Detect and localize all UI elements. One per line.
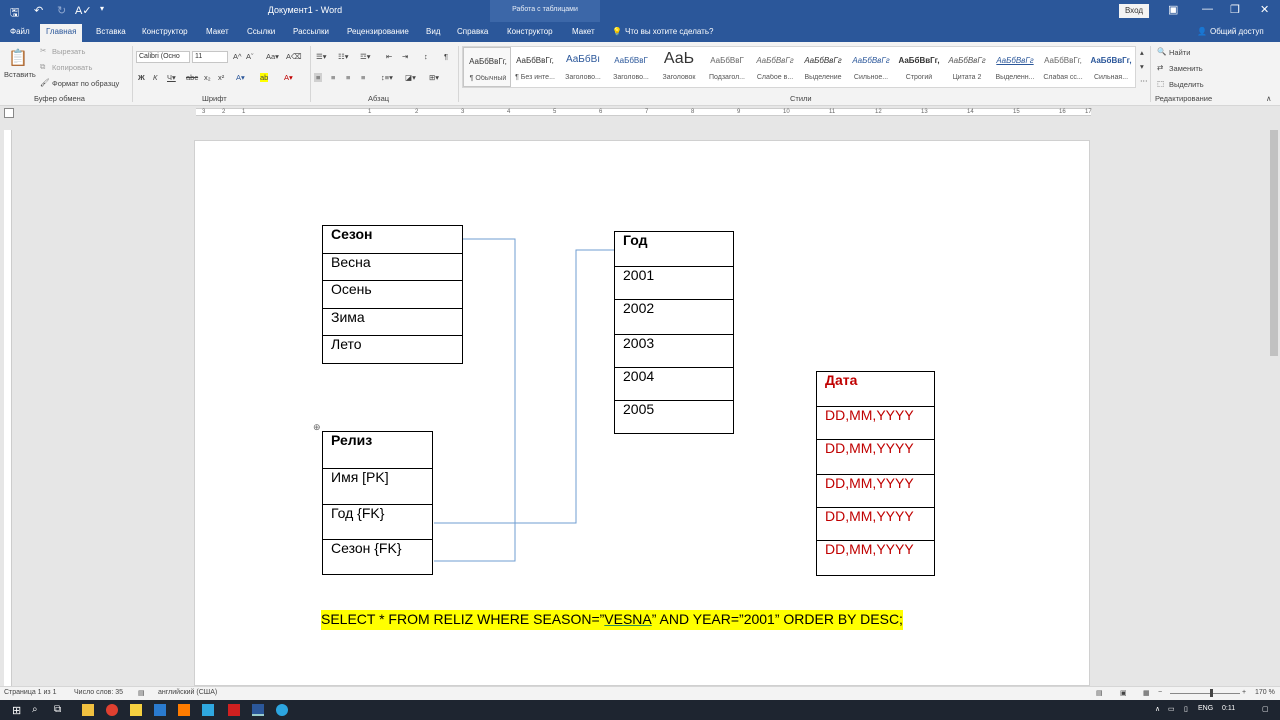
query-part: SELECT * FROM RELIZ WHERE SEASON=” [321,611,605,627]
print-layout-icon[interactable]: ▣ [1120,689,1127,697]
date-cell: DD,MM,YYYY [816,540,935,576]
year-header: Год [614,231,734,267]
task-view-icon[interactable]: ⧉ [54,704,66,716]
tray-chevron-icon[interactable]: ∧ [1155,705,1160,713]
battery-icon[interactable]: ▯ [1184,705,1188,713]
word-count[interactable]: Число слов: 35 [74,689,123,696]
date-cell: DD,MM,YYYY [816,507,935,541]
zoom-slider-thumb[interactable] [1210,689,1213,697]
year-cell: 2005 [614,400,734,434]
web-layout-icon[interactable]: ▦ [1143,689,1150,697]
table-move-handle-icon[interactable]: ⊕ [313,422,321,433]
year-table[interactable]: Год 2001 2002 2003 2004 2005 [614,231,734,434]
release-header: Релиз [322,431,433,469]
query-part-underlined: VESNA [604,611,652,627]
taskbar: ⊞ ⌕ ⧉ ∧ ▭ ▯ ENG 0:11 ▢ [0,700,1280,720]
chrome-icon[interactable] [106,704,118,716]
year-cell: 2004 [614,367,734,401]
proofing-icon[interactable]: ▤ [138,689,145,697]
zoom-out-icon[interactable]: − [1158,689,1162,696]
file-explorer-icon[interactable] [82,704,94,716]
season-cell: Лето [322,335,463,364]
zoom-in-icon[interactable]: + [1242,689,1246,696]
year-cell: 2002 [614,299,734,335]
filezilla-icon[interactable] [228,704,240,716]
year-cell: 2001 [614,266,734,300]
photoshop-icon[interactable] [202,704,214,716]
date-header: Дата [816,371,935,407]
season-cell: Зима [322,308,463,336]
start-icon[interactable]: ⊞ [12,704,24,717]
zoom-level[interactable]: 170 % [1255,689,1275,696]
date-cell: DD,MM,YYYY [816,439,935,475]
sql-query: SELECT * FROM RELIZ WHERE SEASON=”VESNA”… [321,610,903,630]
release-cell: Год {FK} [322,504,433,540]
release-table[interactable]: Релиз Имя [PK] Год {FK} Сезон {FK} [322,431,433,575]
vscode-icon[interactable] [154,704,166,716]
network-icon[interactable]: ▭ [1168,705,1175,713]
read-mode-icon[interactable]: ▤ [1096,689,1103,697]
zoom-slider[interactable] [1170,693,1240,694]
season-cell: Весна [322,253,463,281]
season-cell: Осень [322,280,463,309]
status-bar: Страница 1 из 1 Число слов: 35 ▤ английс… [0,686,1280,700]
date-table[interactable]: Дата DD,MM,YYYY DD,MM,YYYY DD,MM,YYYY DD… [816,371,935,576]
language-status[interactable]: английский (США) [158,689,217,696]
page-count[interactable]: Страница 1 из 1 [4,689,56,696]
date-cell: DD,MM,YYYY [816,474,935,508]
season-header: Сезон [322,225,463,254]
clock[interactable]: 0:11 [1222,705,1235,712]
sticky-notes-icon[interactable] [130,704,142,716]
year-cell: 2003 [614,334,734,368]
release-cell: Имя [PK] [322,468,433,505]
release-cell: Сезон {FK} [322,539,433,575]
telegram-icon[interactable] [276,704,288,716]
word-icon[interactable] [252,704,264,716]
input-language[interactable]: ENG [1198,705,1213,712]
illustrator-icon[interactable] [178,704,190,716]
notifications-icon[interactable]: ▢ [1262,705,1269,713]
query-part: ” AND YEAR=”2001” ORDER BY DESC; [651,611,903,627]
season-table[interactable]: Сезон Весна Осень Зима Лето [322,225,463,364]
search-icon[interactable]: ⌕ [32,704,44,716]
date-cell: DD,MM,YYYY [816,406,935,440]
